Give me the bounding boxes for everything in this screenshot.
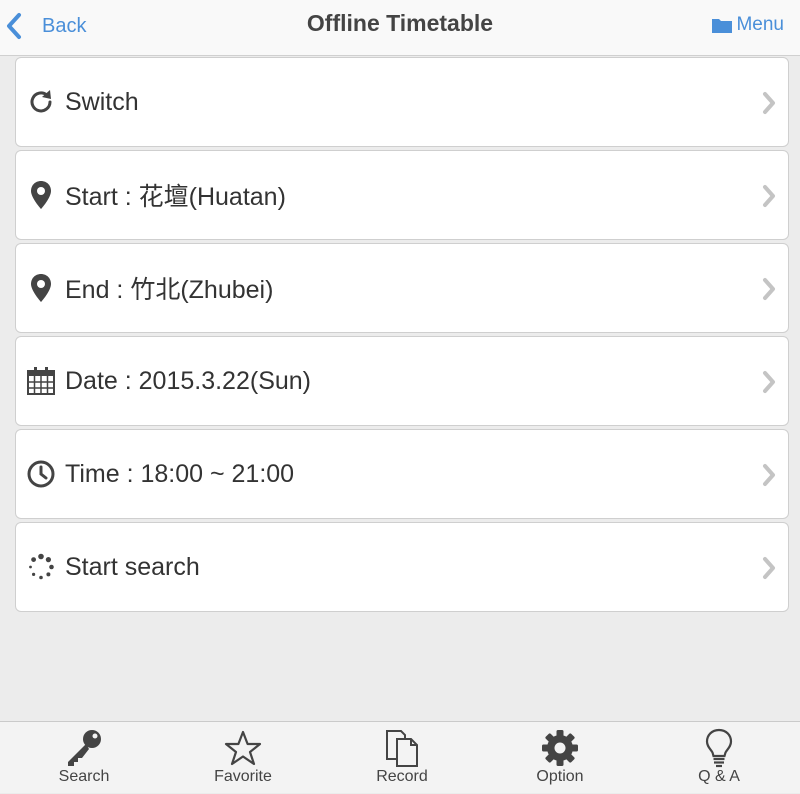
refresh-icon <box>26 87 56 117</box>
documents-icon <box>383 729 421 767</box>
switch-label: Switch <box>65 87 139 116</box>
chevron-right-icon <box>763 464 775 486</box>
start-station-item[interactable]: Start : 花壇(Huatan) <box>15 150 789 240</box>
menu-label: Menu <box>736 14 784 35</box>
chevron-right-icon <box>763 92 775 114</box>
start-search-label: Start search <box>65 552 200 581</box>
start-search-item[interactable]: Start search <box>15 522 789 612</box>
header-bar: Back Offline Timetable Menu <box>0 0 800 56</box>
tab-search[interactable]: Search <box>24 722 144 794</box>
time-label: Time : 18:00 ~ 21:00 <box>65 459 295 488</box>
folder-icon <box>712 19 733 33</box>
lightbulb-icon <box>704 728 734 768</box>
tab-record-label: Record <box>376 768 428 785</box>
calendar-icon <box>26 366 56 396</box>
tab-favorite[interactable]: Favorite <box>183 722 303 794</box>
tab-option-label: Option <box>536 768 584 785</box>
time-item[interactable]: Time : 18:00 ~ 21:00 <box>15 429 789 519</box>
tab-record[interactable]: Record <box>342 722 462 794</box>
chevron-right-icon <box>763 557 775 579</box>
tab-qa-label: Q & A <box>698 768 740 785</box>
tab-favorite-label: Favorite <box>214 768 272 785</box>
key-icon <box>64 729 104 767</box>
options-list: Switch Start : 花壇(Huatan) End : 竹北(Zhube… <box>15 57 789 615</box>
chevron-right-icon <box>763 371 775 393</box>
map-pin-icon <box>26 273 56 303</box>
end-station-label: End : 竹北(Zhubei) <box>65 276 274 304</box>
chevron-right-icon <box>763 278 775 300</box>
star-icon <box>224 729 262 767</box>
menu-button[interactable]: Menu <box>711 8 784 42</box>
end-station-item[interactable]: End : 竹北(Zhubei) <box>15 243 789 333</box>
map-pin-icon <box>26 180 56 210</box>
page-title: Offline Timetable <box>306 10 494 36</box>
date-item[interactable]: Date : 2015.3.22(Sun) <box>15 336 789 426</box>
spinner-icon <box>26 552 56 582</box>
tab-qa[interactable]: Q & A <box>659 722 779 794</box>
date-label: Date : 2015.3.22(Sun) <box>65 366 311 395</box>
tab-option[interactable]: Option <box>500 722 620 794</box>
tab-search-label: Search <box>58 768 110 785</box>
clock-icon <box>26 459 56 489</box>
start-station-label: Start : 花壇(Huatan) <box>65 183 286 211</box>
gear-icon <box>541 729 579 767</box>
bottom-tab-bar: Search Favorite Record Option Q & A <box>0 721 800 793</box>
chevron-right-icon <box>763 185 775 207</box>
switch-item[interactable]: Switch <box>15 57 789 147</box>
